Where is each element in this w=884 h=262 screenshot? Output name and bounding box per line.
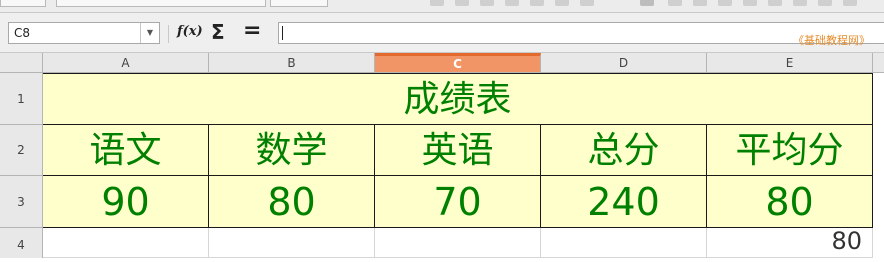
chevron-down-icon[interactable]: ▼ bbox=[140, 23, 159, 43]
font-size-dropdown[interactable] bbox=[270, 0, 328, 7]
toolbar-button[interactable] bbox=[793, 0, 807, 6]
toolbar-dropdown[interactable] bbox=[0, 0, 46, 7]
cell-a2[interactable]: 语文 bbox=[43, 125, 209, 176]
cell-b2[interactable]: 数学 bbox=[209, 125, 375, 176]
row-header-4[interactable]: 4 bbox=[0, 228, 43, 258]
name-box-value[interactable]: C8 bbox=[14, 26, 30, 40]
column-header-d[interactable]: D bbox=[541, 53, 707, 73]
cell-e3[interactable]: 80 bbox=[707, 176, 873, 228]
row-header-3[interactable]: 3 bbox=[0, 176, 43, 228]
cell-a4[interactable] bbox=[43, 228, 209, 258]
cell-b4[interactable] bbox=[209, 228, 375, 258]
formula-icon[interactable]: = bbox=[243, 18, 261, 43]
cell-a1-title[interactable]: 成绩表 bbox=[43, 73, 873, 125]
toolbar-button[interactable] bbox=[693, 0, 707, 6]
name-box[interactable]: C8 ▼ bbox=[8, 22, 160, 44]
function-wizard-icon[interactable]: f(x) bbox=[177, 24, 203, 39]
toolbar-button[interactable] bbox=[505, 0, 519, 6]
cell-c4[interactable] bbox=[375, 228, 541, 258]
cell-d2[interactable]: 总分 bbox=[541, 125, 707, 176]
toolbar-button[interactable] bbox=[455, 0, 469, 6]
cell-d4[interactable] bbox=[541, 228, 707, 258]
text-cursor bbox=[282, 26, 283, 40]
cell-e4-value: 80 bbox=[831, 228, 862, 255]
cell-e4[interactable]: 80 bbox=[707, 228, 873, 258]
toolbar-button[interactable] bbox=[768, 0, 782, 6]
toolbar-button[interactable] bbox=[580, 0, 594, 6]
column-header-c[interactable]: C bbox=[375, 53, 541, 73]
column-header-e[interactable]: E bbox=[707, 53, 873, 73]
formula-bar: C8 ▼ f(x) Σ = 《基础教程网》 bbox=[0, 13, 884, 53]
toolbar-button[interactable] bbox=[743, 0, 757, 6]
spreadsheet-grid: A B C D E 1 2 3 4 成绩表 语文 数学 英语 总分 平均分 90… bbox=[0, 53, 884, 258]
cell-b3[interactable]: 80 bbox=[209, 176, 375, 228]
select-all-corner[interactable] bbox=[0, 53, 43, 73]
toolbar-button[interactable] bbox=[480, 0, 494, 6]
main-toolbar bbox=[0, 0, 884, 13]
font-name-dropdown[interactable] bbox=[56, 0, 266, 7]
toolbar-button[interactable] bbox=[530, 0, 544, 6]
row-header-1[interactable]: 1 bbox=[0, 73, 43, 125]
toolbar-button[interactable] bbox=[640, 0, 654, 6]
toolbar-button[interactable] bbox=[555, 0, 569, 6]
cell-f-column[interactable] bbox=[873, 73, 884, 258]
column-header-a[interactable]: A bbox=[43, 53, 209, 73]
toolbar-button[interactable] bbox=[668, 0, 682, 6]
cell-c3[interactable]: 70 bbox=[375, 176, 541, 228]
toolbar-button[interactable] bbox=[718, 0, 732, 6]
toolbar-button[interactable] bbox=[818, 0, 832, 6]
watermark-text: 《基础教程网》 bbox=[793, 34, 870, 47]
sum-icon[interactable]: Σ bbox=[211, 20, 225, 44]
separator bbox=[168, 25, 169, 43]
column-header-b[interactable]: B bbox=[209, 53, 375, 73]
column-header-f[interactable] bbox=[873, 53, 884, 73]
cell-a3[interactable]: 90 bbox=[43, 176, 209, 228]
cell-c2[interactable]: 英语 bbox=[375, 125, 541, 176]
toolbar-button[interactable] bbox=[430, 0, 444, 6]
cell-e2[interactable]: 平均分 bbox=[707, 125, 873, 176]
row-header-2[interactable]: 2 bbox=[0, 125, 43, 176]
toolbar-button[interactable] bbox=[843, 0, 857, 6]
cell-d3[interactable]: 240 bbox=[541, 176, 707, 228]
